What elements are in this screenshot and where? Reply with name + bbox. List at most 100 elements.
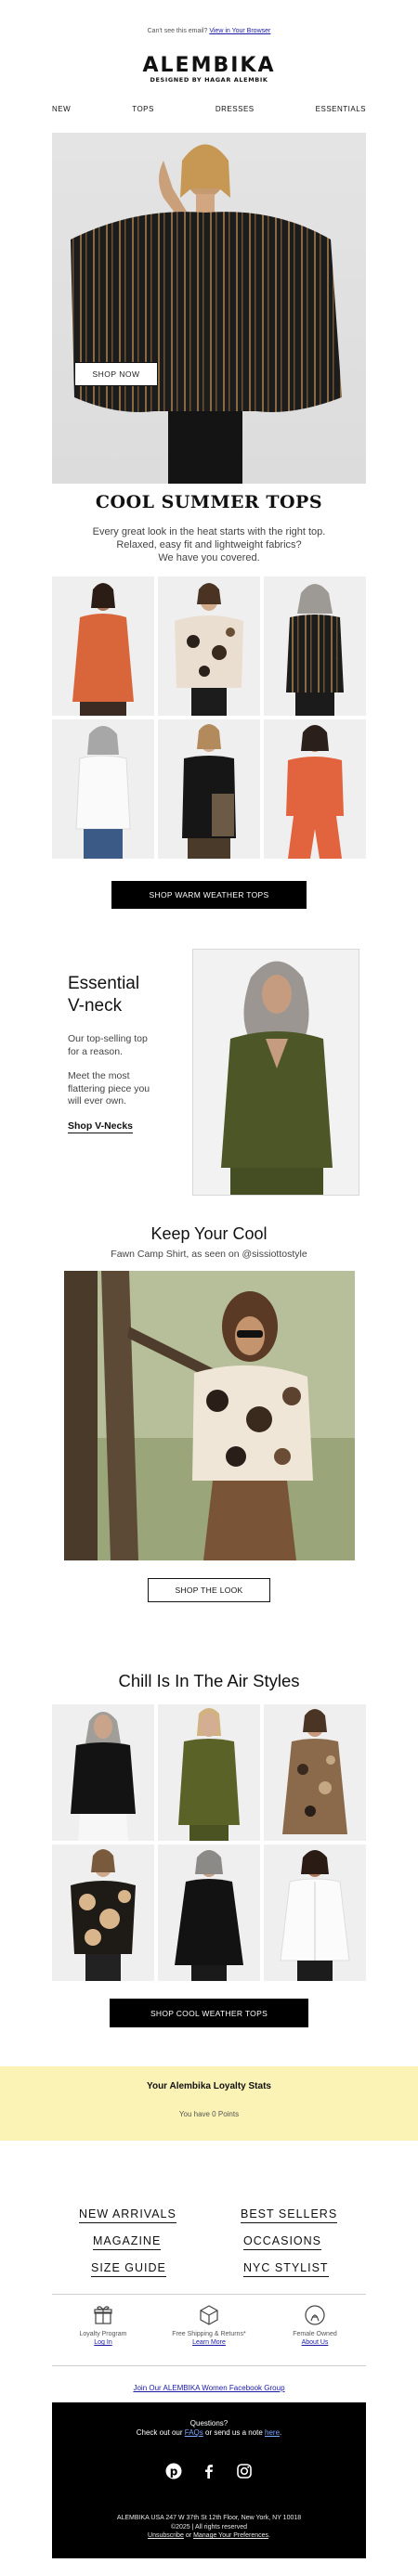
usp-female-owned-link[interactable]: About Us [302,2339,329,2346]
usp-loyalty: Loyalty Program Log In [47,2304,159,2347]
product-tile-black-layered-top[interactable] [52,1704,154,1841]
footer-help-end: . [280,2428,282,2437]
vneck-title-line-1: Essential [68,974,140,993]
vneck-model-image[interactable] [192,949,359,1196]
product-image [264,1845,366,1981]
vneck-copy-1-line-1: Our top-selling top [68,1033,148,1044]
product-image [52,1704,154,1841]
box-icon [200,2305,218,2325]
unsubscribe-link[interactable]: Unsubscribe [148,2532,184,2539]
cool-subtitle: Fawn Camp Shirt, as seen on @sissiottost… [111,1249,307,1260]
usp-shipping: Free Shipping & Returns* Learn More [153,2304,265,2347]
footer-link-new-arrivals[interactable]: NEW ARRIVALS [79,2207,176,2223]
cool-lifestyle-image[interactable] [64,1271,355,1560]
footer-period: . [268,2532,270,2539]
usp-female-owned: Female Owned About Us [259,2304,371,2347]
summer-title: COOL SUMMER TOPS [95,492,323,512]
chill-title: Chill Is In The Air Styles [118,1671,300,1690]
cool-lifestyle-illustration [64,1271,355,1560]
summer-copy-line-3: We have you covered. [158,552,260,563]
usp-loyalty-text: Loyalty Program [79,2331,127,2337]
product-image [264,576,366,716]
brand-logo[interactable]: ALEMBIKA DESIGNED BY HAGAR ALEMBIK [0,54,418,84]
product-tile-olive-tunic[interactable] [158,1704,260,1841]
facebook-group-link[interactable]: Join Our ALEMBIKA Women Facebook Group [0,2384,418,2392]
summer-copy: Every great look in the heat starts with… [0,525,418,564]
footer-help-pre: Check out our [136,2428,185,2437]
footer-link-nyc-stylist[interactable]: NYC STYLIST [243,2261,329,2277]
product-image [158,1704,260,1841]
usp-female-owned-text: Female Owned [293,2331,337,2337]
usp-shipping-link[interactable]: Learn More [192,2339,226,2346]
loyalty-title: Your Alembika Loyalty Stats [147,2081,271,2091]
vneck-title-line-2: V-neck [68,996,123,1016]
product-image [52,1845,154,1981]
hero-model-illustration [71,144,342,484]
product-tile-orange-set[interactable] [264,719,366,859]
product-tile-print-dress[interactable] [264,1704,366,1841]
footer-divider-top [52,2294,366,2295]
vneck-copy-2-line-3: will ever own. [68,1095,127,1107]
nav-item-new[interactable]: NEW [52,105,71,113]
product-tile-white-top[interactable] [52,719,154,859]
footer-contact-block: Questions? Check out our FAQs or send us… [52,2402,366,2558]
faqs-link[interactable]: FAQs [185,2428,203,2437]
summer-copy-line-1: Every great look in the heat starts with… [92,526,326,537]
gift-icon [94,2306,112,2324]
female-owned-icon [305,2305,325,2325]
brand-tagline: DESIGNED BY HAGAR ALEMBIK [150,76,268,84]
view-in-browser-link[interactable]: View in Your Browser [209,28,270,34]
footer-link-size-guide[interactable]: SIZE GUIDE [91,2261,166,2277]
footer-questions: Questions? Check out our FAQs or send us… [52,2419,366,2438]
loyalty-banner: Your Alembika Loyalty Stats You have 0 P… [0,2066,418,2141]
product-image [52,719,154,859]
email-page: Can't see this email? View in Your Brows… [0,0,418,2576]
contact-here-link[interactable]: here [265,2428,280,2437]
shop-warm-weather-tops-button[interactable]: SHOP WARM WEATHER TOPS [111,881,307,909]
nav-item-dresses[interactable]: DRESSES [216,105,255,113]
product-tile-black-tunic[interactable] [158,1845,260,1981]
instagram-icon[interactable] [235,2462,254,2480]
vneck-model-illustration [193,950,359,1195]
vneck-copy-2-line-2: flattering piece you [68,1082,150,1094]
footer-help-line: Check out our FAQs or send us a note her… [52,2428,366,2438]
product-tile-white-shirt[interactable] [264,1845,366,1981]
vneck-copy-1: Our top-selling top for a reason. [68,1033,198,1058]
svg-text:p: p [170,2466,178,2479]
nav-item-essentials[interactable]: ESSENTIALS [316,105,366,113]
shop-vnecks-link[interactable]: Shop V-Necks [68,1120,134,1133]
product-tile-black-patch-top[interactable] [158,719,260,859]
footer-link-occasions[interactable]: OCCASIONS [243,2234,322,2250]
product-tile-orange-tank[interactable] [52,576,154,716]
brand-name: ALEMBIKA [142,54,276,77]
footer-link-magazine[interactable]: MAGAZINE [93,2234,162,2250]
shop-the-look-button[interactable]: SHOP THE LOOK [148,1578,270,1602]
usp-shipping-text: Free Shipping & Returns* [172,2331,246,2337]
top-nav: NEW TOPS DRESSES ESSENTIALS [52,105,366,113]
hero-image[interactable] [52,133,366,484]
product-image [264,1704,366,1841]
product-image [264,719,366,859]
footer-legal: ALEMBIKA USA 247 W 37th St 12th Floor, N… [52,2514,366,2541]
product-tile-striped-vneck[interactable] [264,576,366,716]
vneck-title: Essential V-neck [68,973,179,1017]
manage-preferences-link[interactable]: Manage Your Preferences [193,2532,268,2539]
vneck-copy-2: Meet the most flattering piece you will … [68,1070,198,1108]
shop-now-button[interactable]: SHOP NOW [74,362,158,386]
product-tile-dot-top[interactable] [52,1845,154,1981]
pinterest-icon[interactable]: p [164,2462,183,2480]
footer-help-mid: or send us a note [202,2428,266,2437]
usp-loyalty-link[interactable]: Log In [94,2339,111,2346]
footer-address: ALEMBIKA USA 247 W 37th St 12th Floor, N… [116,2515,302,2521]
nav-item-tops[interactable]: TOPS [132,105,154,113]
summer-copy-line-2: Relaxed, easy fit and lightweight fabric… [116,539,302,550]
footer-unsubscribe-line: Unsubscribe or Manage Your Preferences. [52,2531,366,2541]
social-links: p [52,2462,366,2480]
facebook-icon[interactable] [200,2462,218,2480]
shop-cool-weather-tops-button[interactable]: SHOP COOL WEATHER TOPS [110,1999,308,2027]
footer-link-best-sellers[interactable]: BEST SELLERS [241,2207,338,2223]
product-image [158,719,260,859]
product-tile-leopard-top[interactable] [158,576,260,716]
product-image [158,1845,260,1981]
preheader-text: Can't see this email? [147,28,210,34]
